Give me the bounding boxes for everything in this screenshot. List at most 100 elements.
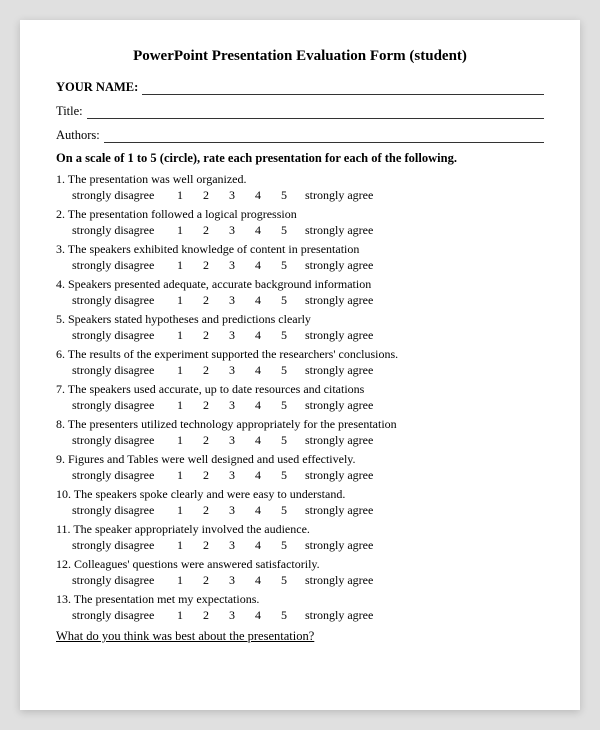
scale-number[interactable]: 3 bbox=[227, 608, 237, 623]
question-block: 8. The presenters utilized technology ap… bbox=[56, 417, 544, 448]
scale-number[interactable]: 1 bbox=[175, 608, 185, 623]
scale-number[interactable]: 2 bbox=[201, 433, 211, 448]
scale-number[interactable]: 2 bbox=[201, 223, 211, 238]
scale-number[interactable]: 4 bbox=[253, 573, 263, 588]
question-block: 12. Colleagues' questions were answered … bbox=[56, 557, 544, 588]
strongly-agree-label: strongly agree bbox=[305, 293, 373, 308]
scale-number[interactable]: 4 bbox=[253, 258, 263, 273]
scale-numbers: 1 2 3 4 5 bbox=[175, 433, 289, 448]
scale-number[interactable]: 5 bbox=[279, 468, 289, 483]
your-name-row: YOUR NAME: bbox=[56, 79, 544, 95]
question-text: 4. Speakers presented adequate, accurate… bbox=[56, 277, 544, 292]
scale-number[interactable]: 2 bbox=[201, 503, 211, 518]
scale-number[interactable]: 1 bbox=[175, 293, 185, 308]
strongly-disagree-label: strongly disagree bbox=[72, 503, 167, 518]
question-text: 7. The speakers used accurate, up to dat… bbox=[56, 382, 544, 397]
scale-number[interactable]: 1 bbox=[175, 468, 185, 483]
scale-number[interactable]: 5 bbox=[279, 608, 289, 623]
scale-number[interactable]: 5 bbox=[279, 398, 289, 413]
scale-number[interactable]: 5 bbox=[279, 188, 289, 203]
scale-number[interactable]: 1 bbox=[175, 328, 185, 343]
strongly-disagree-label: strongly disagree bbox=[72, 328, 167, 343]
scale-number[interactable]: 1 bbox=[175, 258, 185, 273]
scale-number[interactable]: 3 bbox=[227, 468, 237, 483]
rating-row: strongly disagree12345strongly agree bbox=[56, 258, 544, 273]
scale-number[interactable]: 5 bbox=[279, 223, 289, 238]
scale-number[interactable]: 5 bbox=[279, 363, 289, 378]
scale-number[interactable]: 2 bbox=[201, 538, 211, 553]
scale-number[interactable]: 3 bbox=[227, 538, 237, 553]
scale-number[interactable]: 4 bbox=[253, 398, 263, 413]
question-block: 9. Figures and Tables were well designed… bbox=[56, 452, 544, 483]
authors-line[interactable] bbox=[104, 127, 544, 143]
scale-number[interactable]: 4 bbox=[253, 328, 263, 343]
scale-number[interactable]: 3 bbox=[227, 188, 237, 203]
scale-number[interactable]: 4 bbox=[253, 223, 263, 238]
scale-number[interactable]: 4 bbox=[253, 293, 263, 308]
question-text: 8. The presenters utilized technology ap… bbox=[56, 417, 544, 432]
scale-number[interactable]: 3 bbox=[227, 328, 237, 343]
scale-number[interactable]: 1 bbox=[175, 573, 185, 588]
question-text: 11. The speaker appropriately involved t… bbox=[56, 522, 544, 537]
scale-number[interactable]: 2 bbox=[201, 363, 211, 378]
scale-number[interactable]: 5 bbox=[279, 503, 289, 518]
scale-number[interactable]: 4 bbox=[253, 503, 263, 518]
strongly-disagree-label: strongly disagree bbox=[72, 363, 167, 378]
strongly-agree-label: strongly agree bbox=[305, 258, 373, 273]
rating-row: strongly disagree12345strongly agree bbox=[56, 363, 544, 378]
rating-row: strongly disagree12345strongly agree bbox=[56, 398, 544, 413]
scale-number[interactable]: 4 bbox=[253, 538, 263, 553]
scale-number[interactable]: 5 bbox=[279, 433, 289, 448]
question-text: 12. Colleagues' questions were answered … bbox=[56, 557, 544, 572]
scale-number[interactable]: 3 bbox=[227, 223, 237, 238]
scale-number[interactable]: 1 bbox=[175, 363, 185, 378]
scale-numbers: 1 2 3 4 5 bbox=[175, 258, 289, 273]
scale-number[interactable]: 3 bbox=[227, 398, 237, 413]
rating-row: strongly disagree12345strongly agree bbox=[56, 433, 544, 448]
scale-number[interactable]: 2 bbox=[201, 188, 211, 203]
scale-number[interactable]: 1 bbox=[175, 223, 185, 238]
strongly-disagree-label: strongly disagree bbox=[72, 398, 167, 413]
scale-number[interactable]: 1 bbox=[175, 188, 185, 203]
scale-number[interactable]: 4 bbox=[253, 363, 263, 378]
scale-number[interactable]: 4 bbox=[253, 468, 263, 483]
scale-number[interactable]: 1 bbox=[175, 503, 185, 518]
scale-number[interactable]: 3 bbox=[227, 573, 237, 588]
instructions: On a scale of 1 to 5 (circle), rate each… bbox=[56, 151, 544, 166]
scale-number[interactable]: 3 bbox=[227, 433, 237, 448]
scale-number[interactable]: 1 bbox=[175, 433, 185, 448]
scale-number[interactable]: 3 bbox=[227, 258, 237, 273]
scale-number[interactable]: 4 bbox=[253, 608, 263, 623]
scale-number[interactable]: 2 bbox=[201, 258, 211, 273]
scale-number[interactable]: 2 bbox=[201, 608, 211, 623]
rating-row: strongly disagree12345strongly agree bbox=[56, 503, 544, 518]
question-block: 5. Speakers stated hypotheses and predic… bbox=[56, 312, 544, 343]
scale-number[interactable]: 2 bbox=[201, 293, 211, 308]
scale-number[interactable]: 5 bbox=[279, 538, 289, 553]
scale-number[interactable]: 5 bbox=[279, 293, 289, 308]
question-text: 9. Figures and Tables were well designed… bbox=[56, 452, 544, 467]
scale-number[interactable]: 3 bbox=[227, 293, 237, 308]
scale-number[interactable]: 1 bbox=[175, 538, 185, 553]
scale-number[interactable]: 4 bbox=[253, 188, 263, 203]
title-line[interactable] bbox=[87, 103, 544, 119]
your-name-line[interactable] bbox=[142, 79, 544, 95]
scale-number[interactable]: 2 bbox=[201, 573, 211, 588]
scale-number[interactable]: 3 bbox=[227, 503, 237, 518]
scale-number[interactable]: 1 bbox=[175, 398, 185, 413]
scale-number[interactable]: 5 bbox=[279, 258, 289, 273]
scale-number[interactable]: 4 bbox=[253, 433, 263, 448]
strongly-agree-label: strongly agree bbox=[305, 538, 373, 553]
strongly-disagree-label: strongly disagree bbox=[72, 538, 167, 553]
scale-number[interactable]: 5 bbox=[279, 573, 289, 588]
authors-row: Authors: bbox=[56, 127, 544, 143]
scale-number[interactable]: 3 bbox=[227, 363, 237, 378]
scale-number[interactable]: 2 bbox=[201, 398, 211, 413]
scale-number[interactable]: 2 bbox=[201, 328, 211, 343]
scale-number[interactable]: 2 bbox=[201, 468, 211, 483]
rating-row: strongly disagree12345strongly agree bbox=[56, 468, 544, 483]
question-block: 3. The speakers exhibited knowledge of c… bbox=[56, 242, 544, 273]
scale-number[interactable]: 5 bbox=[279, 328, 289, 343]
scale-numbers: 1 2 3 4 5 bbox=[175, 398, 289, 413]
strongly-disagree-label: strongly disagree bbox=[72, 433, 167, 448]
